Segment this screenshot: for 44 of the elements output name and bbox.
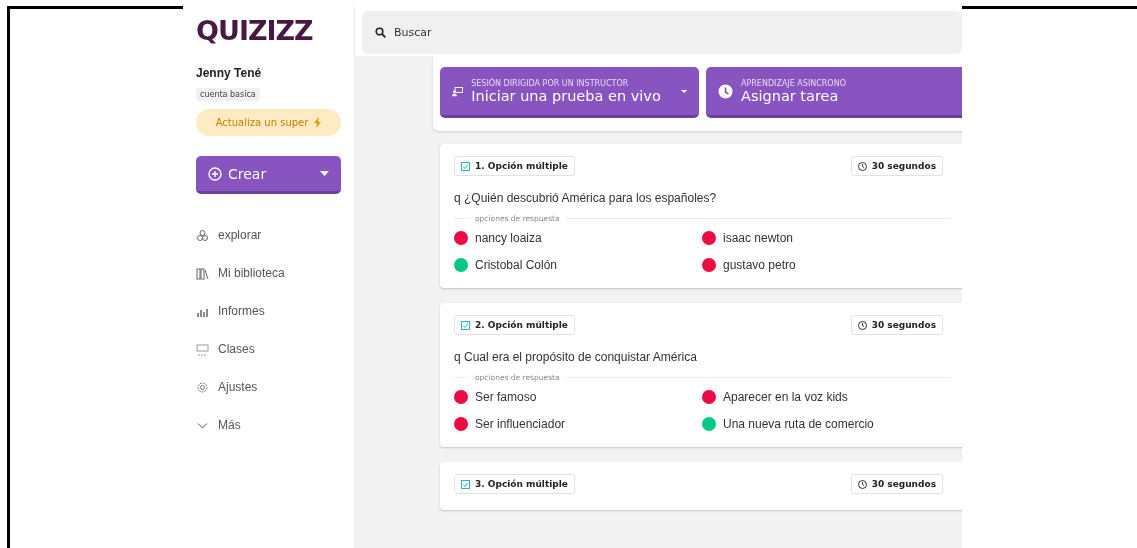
answer-option: gustavo petro [723,258,796,272]
checkbox-icon [461,320,470,330]
question-type-tag: 2. Opción múltiple [454,315,575,335]
account-badge: cuenta basica [196,88,260,101]
logo: QUIZIZZ [196,14,313,48]
nav-item[interactable]: Clases [196,340,285,358]
answer-option: Aparecer en la voz kids [723,390,848,404]
people-icon [196,228,209,242]
checkbox-icon [461,161,470,171]
gear-icon [196,380,209,394]
nav-item[interactable]: Mi biblioteca [196,264,285,282]
create-button[interactable]: Crear [196,156,341,194]
search-field[interactable]: Buscar [362,11,962,54]
clock-icon [857,479,867,489]
answer-option: Ser famoso [475,390,537,404]
question-text: q Cual era el propósito de conquistar América [454,350,698,364]
plus-circle-icon [208,166,222,181]
lightning-icon [314,117,322,128]
live-quiz-button[interactable]: SESIÓN DIRIGIDA POR UN INSTRUCTOR Iniciar una prueba en vivo [440,67,699,118]
caret-down-icon [320,171,329,176]
classroom-icon [196,342,209,356]
answer-option: Ser influenciador [475,417,566,431]
answer-option: isaac newton [723,231,794,245]
nav-item[interactable]: Más [196,416,285,434]
answer-option: nancy loaiza [475,231,542,245]
clock-icon [718,83,733,99]
nav-item[interactable]: Ajustes [196,378,285,396]
clock-icon [857,161,867,171]
time-tag: 30 segundos [850,315,943,335]
assign-homework-button[interactable]: APRENDIZAJE ASINCRONO Asignar tarea [706,67,962,118]
nav-item[interactable]: Informes [196,302,285,320]
caret-down-icon [680,88,687,94]
question-type-tag: 3. Opción múltiple [454,474,575,494]
time-tag: 30 segundos [850,156,943,176]
answer-option: Una nueva ruta de comercio [723,417,874,431]
question-text: q ¿Quién descubrió América para los españoles? [454,191,718,205]
books-icon [196,266,209,280]
question-type-tag: 1. Opción múltiple [454,156,575,176]
checkbox-icon [461,479,470,489]
clock-icon [857,320,867,330]
user-name: Jenny Tené [196,66,262,80]
answer-option: Cristobal Colón [475,258,558,272]
time-tag: 30 segundos [850,474,943,494]
nav-item[interactable]: explorar [196,226,285,244]
